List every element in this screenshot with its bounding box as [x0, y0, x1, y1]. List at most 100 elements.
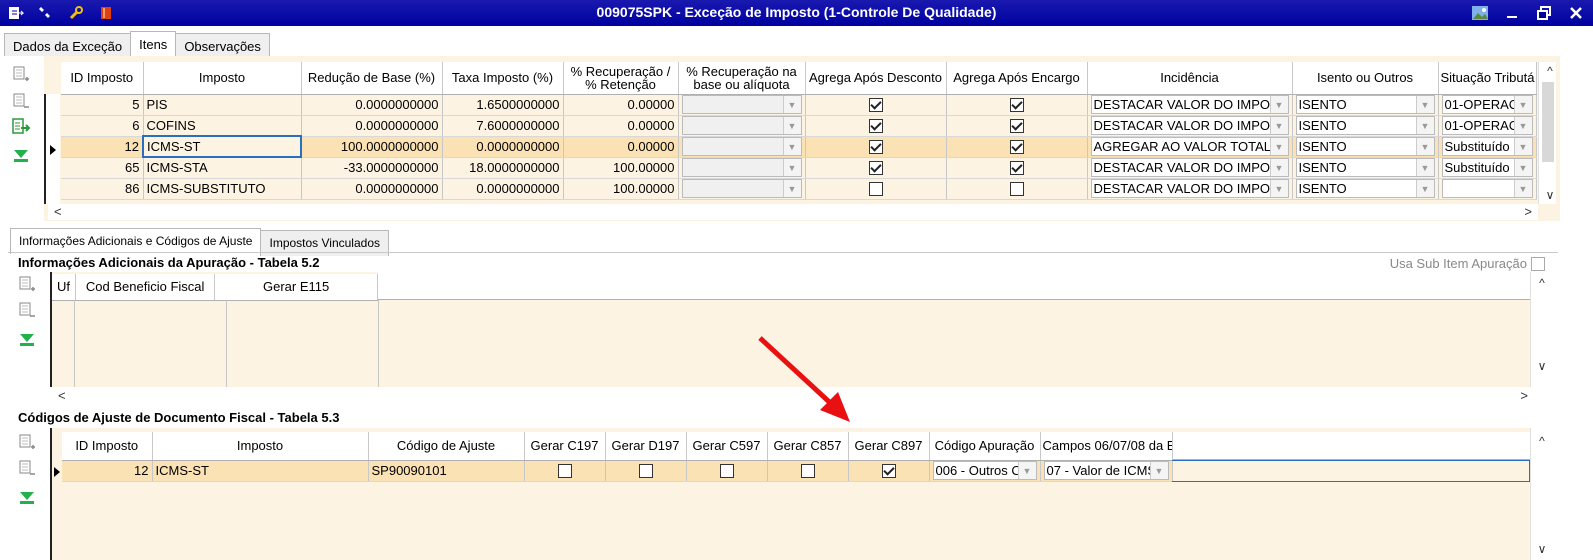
- agrega-encargo-checkbox[interactable]: [1009, 98, 1024, 113]
- filter-down-icon[interactable]: [16, 328, 38, 350]
- col-recuperacao-base[interactable]: % Recuperação na base ou alíquota: [678, 62, 806, 95]
- col-agrega-encargo[interactable]: Agrega Após Encargo: [946, 62, 1088, 95]
- export-grid-icon[interactable]: [10, 116, 32, 138]
- cell-id[interactable]: 12: [62, 460, 153, 482]
- cell-recuperacao[interactable]: 0.00000: [563, 115, 679, 137]
- filter-down-icon[interactable]: [16, 486, 38, 508]
- cell-recuperacao[interactable]: 0.00000: [563, 94, 679, 116]
- cell-incidencia[interactable]: DESTACAR VALOR DO IMPOST ▼: [1087, 94, 1293, 116]
- chevron-down-icon[interactable]: ▼: [1415, 117, 1434, 134]
- cell-isento[interactable]: ISENTO ▼: [1292, 115, 1439, 137]
- col-situacao-tributaria[interactable]: Situação Tributá: [1438, 62, 1537, 95]
- chevron-down-icon[interactable]: ▼: [1513, 180, 1532, 197]
- scroll-down-icon[interactable]: ∨: [1539, 188, 1560, 202]
- col-isento-outros[interactable]: Isento ou Outros: [1292, 62, 1439, 95]
- col-recuperacao-retencao[interactable]: % Recuperação / % Retenção: [563, 62, 679, 95]
- cell-gerar-c897[interactable]: [848, 460, 930, 482]
- agrega-desconto-checkbox[interactable]: [868, 119, 883, 134]
- book-icon[interactable]: [96, 3, 116, 23]
- table-row[interactable]: 86 ICMS-SUBSTITUTO 0.0000000000 0.000000…: [61, 178, 1537, 200]
- cell-taxa[interactable]: 18.0000000000: [442, 157, 564, 179]
- chevron-down-icon[interactable]: ▼: [1415, 159, 1434, 176]
- incidencia-combo[interactable]: DESTACAR VALOR DO IMPOST ▼: [1090, 95, 1289, 114]
- cell-agrega-encargo[interactable]: [946, 157, 1088, 179]
- col-gerar-c597[interactable]: Gerar C597: [686, 432, 768, 461]
- cell-taxa[interactable]: 1.6500000000: [442, 94, 564, 116]
- chevron-down-icon[interactable]: ▼: [782, 180, 801, 197]
- cell-incidencia[interactable]: DESTACAR VALOR DO IMPOST ▼: [1087, 178, 1293, 200]
- agrega-encargo-checkbox[interactable]: [1009, 140, 1024, 155]
- add-row-icon[interactable]: [10, 64, 32, 86]
- tools-icon[interactable]: [36, 3, 56, 23]
- incidencia-combo[interactable]: DESTACAR VALOR DO IMPOST ▼: [1090, 179, 1289, 198]
- recuperacao-base-combo[interactable]: ▼: [681, 95, 802, 114]
- isento-combo[interactable]: ISENTO ▼: [1295, 116, 1435, 135]
- scroll-down-icon[interactable]: ∨: [1531, 359, 1553, 373]
- cell-incidencia[interactable]: AGREGAR AO VALOR TOTAL D ▼: [1087, 136, 1293, 158]
- chevron-down-icon[interactable]: ▼: [1269, 159, 1288, 176]
- cell-reducao[interactable]: 0.0000000000: [301, 115, 443, 137]
- remove-row-icon[interactable]: [16, 300, 38, 322]
- cell-agrega-encargo[interactable]: [946, 178, 1088, 200]
- cell-recuperacao-base[interactable]: ▼: [678, 115, 806, 137]
- cell-agrega-encargo[interactable]: [946, 115, 1088, 137]
- cell-imposto[interactable]: ICMS-SUBSTITUTO: [143, 178, 302, 200]
- wrench-icon[interactable]: [66, 3, 86, 23]
- chevron-down-icon[interactable]: ▼: [1269, 96, 1288, 113]
- isento-combo[interactable]: ISENTO ▼: [1295, 137, 1435, 156]
- campos-efd-combo[interactable]: 07 - Valor de ICMS ▼: [1043, 461, 1169, 480]
- table-row[interactable]: 65 ICMS-STA -33.0000000000 18.0000000000…: [61, 157, 1537, 179]
- col-reducao-base[interactable]: Redução de Base (%): [301, 62, 443, 95]
- scroll-down-icon[interactable]: ∨: [1531, 542, 1553, 556]
- chevron-down-icon[interactable]: ▼: [1269, 117, 1288, 134]
- cell-isento[interactable]: ISENTO ▼: [1292, 178, 1439, 200]
- chevron-down-icon[interactable]: ▼: [782, 159, 801, 176]
- cell-agrega-desconto[interactable]: [805, 178, 947, 200]
- chevron-down-icon[interactable]: ▼: [1415, 138, 1434, 155]
- cell-taxa[interactable]: 0.0000000000: [442, 136, 564, 158]
- scroll-right-icon[interactable]: >: [1520, 388, 1528, 403]
- table-row[interactable]: 5 PIS 0.0000000000 1.6500000000 0.00000 …: [61, 94, 1537, 116]
- col-imposto[interactable]: Imposto: [143, 62, 302, 95]
- chevron-down-icon[interactable]: ▼: [1269, 180, 1288, 197]
- isento-combo[interactable]: ISENTO ▼: [1295, 158, 1435, 177]
- usa-sub-item[interactable]: Usa Sub Item Apuração: [1390, 256, 1545, 271]
- chevron-down-icon[interactable]: ▼: [1513, 138, 1532, 155]
- cell-reducao[interactable]: -33.0000000000: [301, 157, 443, 179]
- cell-isento[interactable]: ISENTO ▼: [1292, 157, 1439, 179]
- chevron-down-icon[interactable]: ▼: [1513, 117, 1532, 134]
- table-row-selected[interactable]: 12 ICMS-ST SP90090101 006 - Outros C ▼ 07…: [62, 460, 1173, 482]
- scroll-thumb[interactable]: [1542, 82, 1554, 162]
- col-imposto[interactable]: Imposto: [152, 432, 369, 461]
- recuperacao-base-combo[interactable]: ▼: [681, 137, 802, 156]
- cell-recuperacao-base[interactable]: ▼: [678, 94, 806, 116]
- agrega-encargo-checkbox[interactable]: [1009, 182, 1024, 197]
- cell-imposto[interactable]: COFINS: [143, 115, 302, 137]
- cell-recuperacao[interactable]: 100.00000: [563, 178, 679, 200]
- cell-codigo-ajuste[interactable]: SP90090101: [368, 460, 525, 482]
- agrega-encargo-checkbox[interactable]: [1009, 119, 1024, 134]
- scroll-right-icon[interactable]: >: [1524, 204, 1532, 219]
- cell-agrega-desconto[interactable]: [805, 157, 947, 179]
- cell-campos-efd[interactable]: 07 - Valor de ICMS ▼: [1040, 460, 1173, 482]
- cell-reducao[interactable]: 0.0000000000: [301, 178, 443, 200]
- cell-reducao[interactable]: 100.0000000000: [301, 136, 443, 158]
- situacao-combo[interactable]: 01-OPERAC ▼: [1441, 95, 1533, 114]
- situacao-combo[interactable]: Substituído ▼: [1441, 158, 1533, 177]
- cell-imposto[interactable]: PIS: [143, 94, 302, 116]
- cell-id[interactable]: 6: [61, 115, 144, 137]
- gerar-c597-checkbox[interactable]: [719, 464, 734, 479]
- cell-taxa[interactable]: 0.0000000000: [442, 178, 564, 200]
- gerar-d197-checkbox[interactable]: [638, 464, 653, 479]
- col-campos-efd[interactable]: Campos 06/07/08 da EFD: [1040, 432, 1173, 461]
- chevron-down-icon[interactable]: ▼: [1415, 180, 1434, 197]
- items-horizontal-scrollbar[interactable]: < >: [48, 204, 1538, 220]
- cell-agrega-encargo[interactable]: [946, 94, 1088, 116]
- cell-taxa[interactable]: 7.6000000000: [442, 115, 564, 137]
- col-gerar-c857[interactable]: Gerar C857: [767, 432, 849, 461]
- cell-situacao[interactable]: ▼: [1438, 178, 1537, 200]
- image-icon[interactable]: [1469, 3, 1491, 23]
- cell-agrega-desconto[interactable]: [805, 94, 947, 116]
- col-gerar-c197[interactable]: Gerar C197: [524, 432, 606, 461]
- col-gerar-c897[interactable]: Gerar C897: [848, 432, 930, 461]
